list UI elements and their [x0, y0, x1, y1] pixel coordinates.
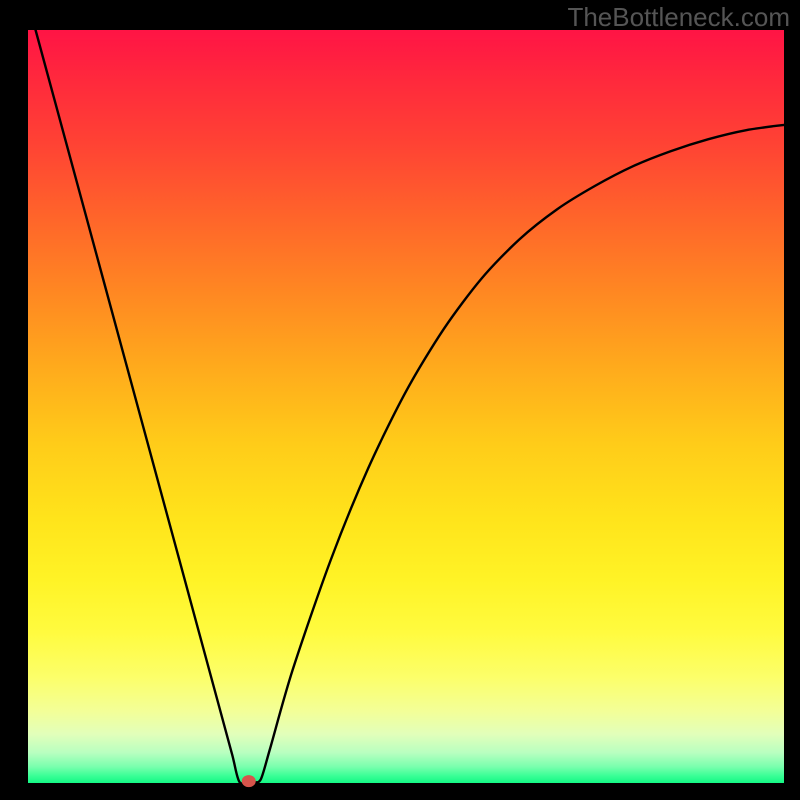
- chart-root: TheBottleneck.com: [0, 0, 800, 800]
- marker-dot: [242, 775, 256, 787]
- chart-svg: [0, 0, 800, 800]
- watermark-text: TheBottleneck.com: [567, 2, 790, 33]
- plot-area: [28, 30, 784, 783]
- chart-plot: [0, 0, 800, 800]
